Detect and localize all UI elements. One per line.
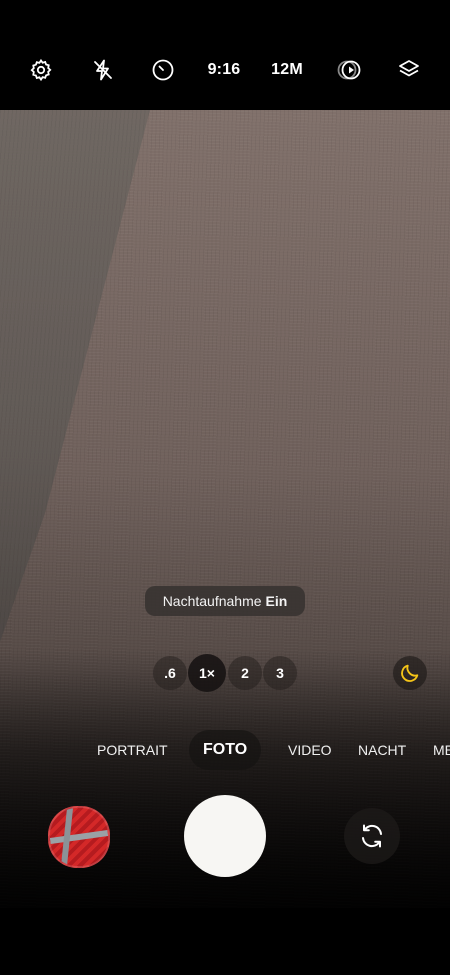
camera-top-toolbar: 9:16 12M [0, 0, 450, 110]
zoom-3x-button[interactable]: 3 [263, 656, 297, 690]
motion-photo-button[interactable] [332, 50, 366, 90]
settings-button[interactable] [24, 50, 58, 90]
mode-video[interactable]: VIDEO [288, 730, 332, 770]
toast-label: Nachtaufnahme [162, 593, 262, 609]
mode-more[interactable]: ME [433, 730, 450, 770]
moon-icon [401, 664, 419, 682]
motion-photo-icon [337, 60, 361, 80]
thumbnail-detail [50, 829, 108, 845]
mode-nacht[interactable]: NACHT [358, 730, 406, 770]
zoom-1x-button[interactable]: 1× [188, 654, 226, 692]
night-shot-toast: Nachtaufnahme Ein [145, 586, 305, 616]
filters-icon [399, 60, 419, 77]
shutter-button[interactable] [184, 795, 266, 877]
night-mode-button[interactable] [393, 656, 427, 690]
timer-button[interactable] [146, 50, 180, 90]
resolution-button[interactable]: 12M [268, 50, 306, 90]
aspect-ratio-button[interactable]: 9:16 [204, 50, 244, 90]
gear-icon [30, 58, 52, 82]
switch-camera-button[interactable] [344, 808, 400, 864]
switch-camera-icon [362, 824, 382, 848]
flash-button[interactable] [86, 50, 120, 90]
viewfinder-scene [0, 110, 150, 642]
timer-icon [152, 59, 174, 81]
filters-button[interactable] [392, 50, 426, 90]
flash-off-icon [94, 59, 112, 81]
mode-selector: PORTRAIT FOTO VIDEO NACHT ME [0, 730, 450, 770]
zoom-0-6-button[interactable]: .6 [153, 656, 187, 690]
zoom-2x-button[interactable]: 2 [228, 656, 262, 690]
mode-foto[interactable]: FOTO [189, 730, 262, 770]
toast-state: Ein [265, 593, 288, 609]
navigation-area [0, 908, 450, 975]
mode-portrait[interactable]: PORTRAIT [97, 730, 168, 770]
camera-viewfinder[interactable] [0, 110, 450, 908]
gallery-thumbnail[interactable] [48, 806, 110, 868]
